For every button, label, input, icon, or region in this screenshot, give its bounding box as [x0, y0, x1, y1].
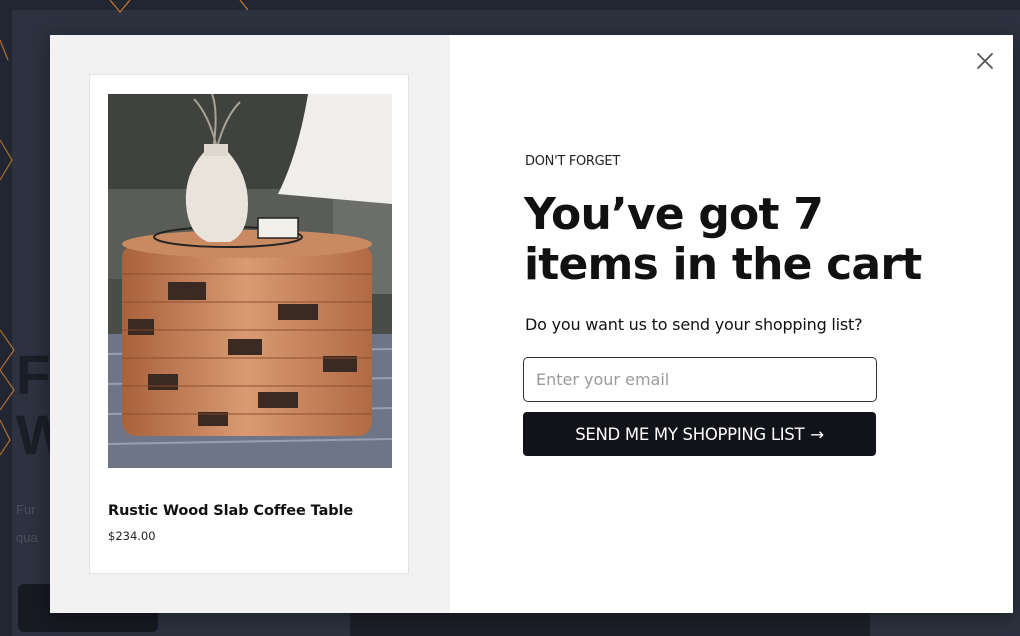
- product-image[interactable]: [108, 94, 392, 468]
- decorative-pattern-top: [109, 0, 249, 13]
- modal-subtext: Do you want us to send your shopping lis…: [525, 315, 863, 334]
- coffee-table-illustration: [108, 94, 392, 468]
- headline-line1: You’ve got 7: [524, 189, 824, 240]
- close-button[interactable]: [973, 49, 997, 73]
- background-image: [350, 612, 870, 636]
- modal-content-panel: DON'T FORGET You’ve got 7 items in the c…: [450, 35, 1013, 613]
- eyebrow-text: DON'T FORGET: [525, 154, 620, 169]
- background-text-line2: qua: [16, 530, 38, 545]
- send-shopping-list-button[interactable]: SEND ME MY SHOPPING LIST →: [523, 412, 876, 456]
- headline-line2: items in the cart: [524, 239, 922, 290]
- modal-headline: You’ve got 7 items in the cart: [524, 190, 984, 290]
- close-icon: [977, 53, 993, 69]
- product-name[interactable]: Rustic Wood Slab Coffee Table: [108, 503, 353, 519]
- product-price: $234.00: [108, 529, 156, 543]
- modal-product-panel: Rustic Wood Slab Coffee Table $234.00: [50, 35, 450, 613]
- background-text-line1: Fur: [16, 502, 36, 517]
- arrow-right-icon: →: [810, 424, 824, 444]
- cart-reminder-modal: Rustic Wood Slab Coffee Table $234.00 DO…: [50, 35, 1013, 613]
- product-card[interactable]: Rustic Wood Slab Coffee Table $234.00: [89, 74, 409, 574]
- background-text: Fur qua: [16, 496, 38, 552]
- send-button-label: SEND ME MY SHOPPING LIST: [575, 424, 805, 444]
- email-input[interactable]: [523, 357, 877, 402]
